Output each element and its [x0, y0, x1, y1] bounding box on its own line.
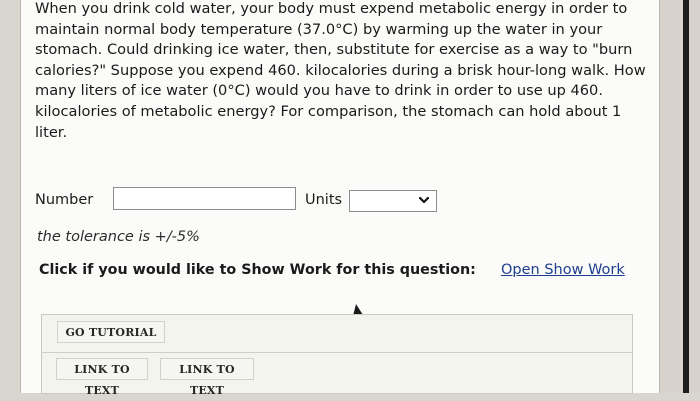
go-tutorial-button[interactable]: GO TUTORIAL: [57, 321, 165, 343]
show-work-prompt: Click if you would like to Show Work for…: [39, 262, 476, 278]
tolerance-note: the tolerance is +/-5%: [37, 229, 200, 245]
tutorial-box: GO TUTORIAL: [41, 314, 633, 394]
open-show-work-link[interactable]: Open Show Work: [501, 262, 625, 278]
link-to-text-button[interactable]: LINK TO TEXT: [56, 358, 148, 397]
question-text: When you drink cold water, your body mus…: [35, 0, 646, 141]
number-label: Number: [35, 192, 94, 208]
number-input[interactable]: [113, 187, 296, 210]
question-panel: When you drink cold water, your body mus…: [20, 0, 660, 397]
link-to-text-button-2[interactable]: LINK TO TEXT: [160, 358, 254, 397]
divider: [41, 352, 633, 353]
chevron-down-icon: [418, 196, 430, 204]
units-label: Units: [305, 192, 343, 208]
units-select[interactable]: [349, 190, 437, 212]
background-strip: [659, 0, 700, 393]
window-edge: [683, 0, 689, 393]
